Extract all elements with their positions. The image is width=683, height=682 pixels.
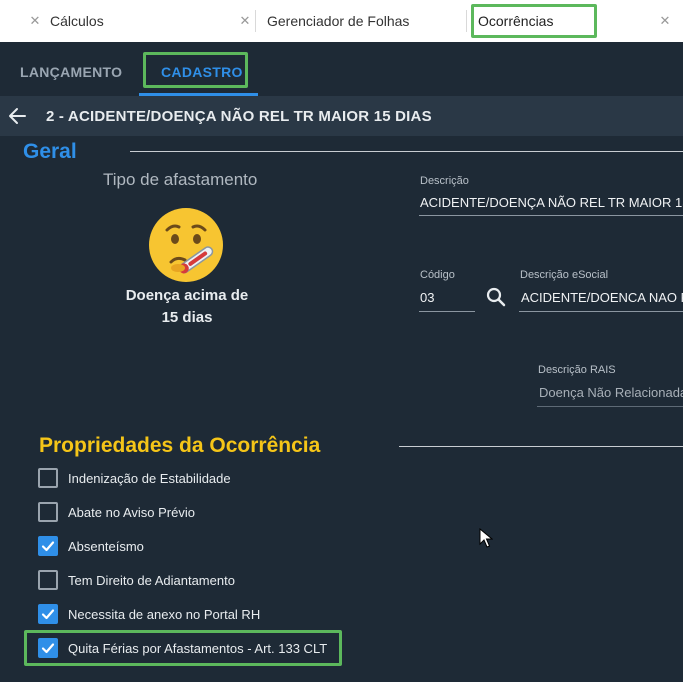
caption-line-2: 15 dias — [161, 309, 213, 326]
section-divider — [130, 151, 683, 152]
rais-underline — [537, 406, 683, 407]
checkbox-label: Indenização de Estabilidade — [68, 470, 231, 486]
section-title-propriedades: Propriedades da Ocorrência — [39, 434, 321, 457]
codigo-label: Código — [420, 269, 455, 281]
checkbox-label: Tem Direito de Adiantamento — [68, 572, 235, 588]
checkbox-row[interactable]: Indenização de Estabilidade — [38, 468, 231, 488]
back-arrow-icon[interactable] — [8, 104, 28, 128]
codigo-field[interactable]: 03 — [420, 290, 474, 305]
descricao-field[interactable]: ACIDENTE/DOENÇA NÃO REL TR MAIOR 15 DIAS — [420, 195, 683, 210]
checkbox-row[interactable]: Absenteísmo — [38, 536, 144, 556]
esocial-field[interactable]: ACIDENTE/DOENCA NAO REL TR MAIOR 15 DIAS — [521, 290, 683, 305]
tab-label: Cálculos — [50, 13, 104, 29]
page-title: 2 - ACIDENTE/DOENÇA NÃO REL TR MAIOR 15 … — [46, 108, 432, 125]
section-title-geral: Geral — [23, 140, 77, 163]
mouse-cursor-icon — [479, 528, 493, 548]
close-icon[interactable]: ✕ — [238, 13, 252, 29]
checkbox-unchecked[interactable] — [38, 502, 58, 522]
tipo-afastamento-caption: Doença acima de 15 dias — [112, 285, 262, 329]
search-icon[interactable] — [485, 286, 507, 308]
descricao-label: Descrição — [420, 175, 469, 187]
checkbox-row[interactable]: Abate no Aviso Prévio — [38, 502, 195, 522]
checkbox-checked[interactable] — [38, 604, 58, 624]
tab-label: Gerenciador de Folhas — [267, 13, 410, 29]
check-icon — [41, 541, 55, 552]
tab-gerenciador-de-folhas[interactable]: ✕ Gerenciador de Folhas — [238, 6, 410, 36]
page-header: 2 - ACIDENTE/DOENÇA NÃO REL TR MAIOR 15 … — [0, 96, 683, 136]
highlight-box — [143, 52, 248, 88]
rais-field[interactable]: Doença Não Relacionada ao Trabalho — [539, 385, 683, 400]
close-icon[interactable]: ✕ — [658, 13, 672, 29]
caption-line-1: Doença acima de — [125, 287, 249, 304]
sub-tab-bar: LANÇAMENTO CADASTRO — [0, 42, 683, 96]
codigo-underline — [419, 311, 475, 312]
checkbox-row[interactable]: Tem Direito de Adiantamento — [38, 570, 235, 590]
descricao-underline — [419, 215, 683, 216]
tab-divider — [466, 10, 467, 32]
checkbox-unchecked[interactable] — [38, 570, 58, 590]
checkbox-label: Absenteísmo — [68, 538, 144, 554]
esocial-label: Descrição eSocial — [520, 269, 609, 281]
window-tab-strip: ✕ Cálculos ✕ Gerenciador de Folhas Ocorr… — [0, 0, 683, 42]
close-icon[interactable]: ✕ — [28, 13, 42, 29]
tab-calculos[interactable]: ✕ Cálculos — [28, 6, 104, 36]
rais-label: Descrição RAIS — [538, 364, 616, 376]
esocial-underline — [519, 311, 683, 312]
checkbox-unchecked[interactable] — [38, 468, 58, 488]
checkbox-label: Abate no Aviso Prévio — [68, 504, 195, 520]
checkbox-row[interactable]: Necessita de anexo no Portal RH — [38, 604, 260, 624]
highlight-box — [471, 4, 597, 38]
tab-ocorrencias-close[interactable]: ✕ — [658, 6, 672, 36]
section-divider — [399, 446, 683, 447]
sick-face-thermometer-icon — [149, 208, 223, 282]
highlight-box — [24, 630, 342, 666]
check-icon — [41, 609, 55, 620]
tab-lancamento[interactable]: LANÇAMENTO — [20, 64, 122, 80]
checkbox-label: Necessita de anexo no Portal RH — [68, 606, 261, 622]
checkbox-checked[interactable] — [38, 536, 58, 556]
tipo-afastamento-label: Tipo de afastamento — [103, 170, 258, 189]
